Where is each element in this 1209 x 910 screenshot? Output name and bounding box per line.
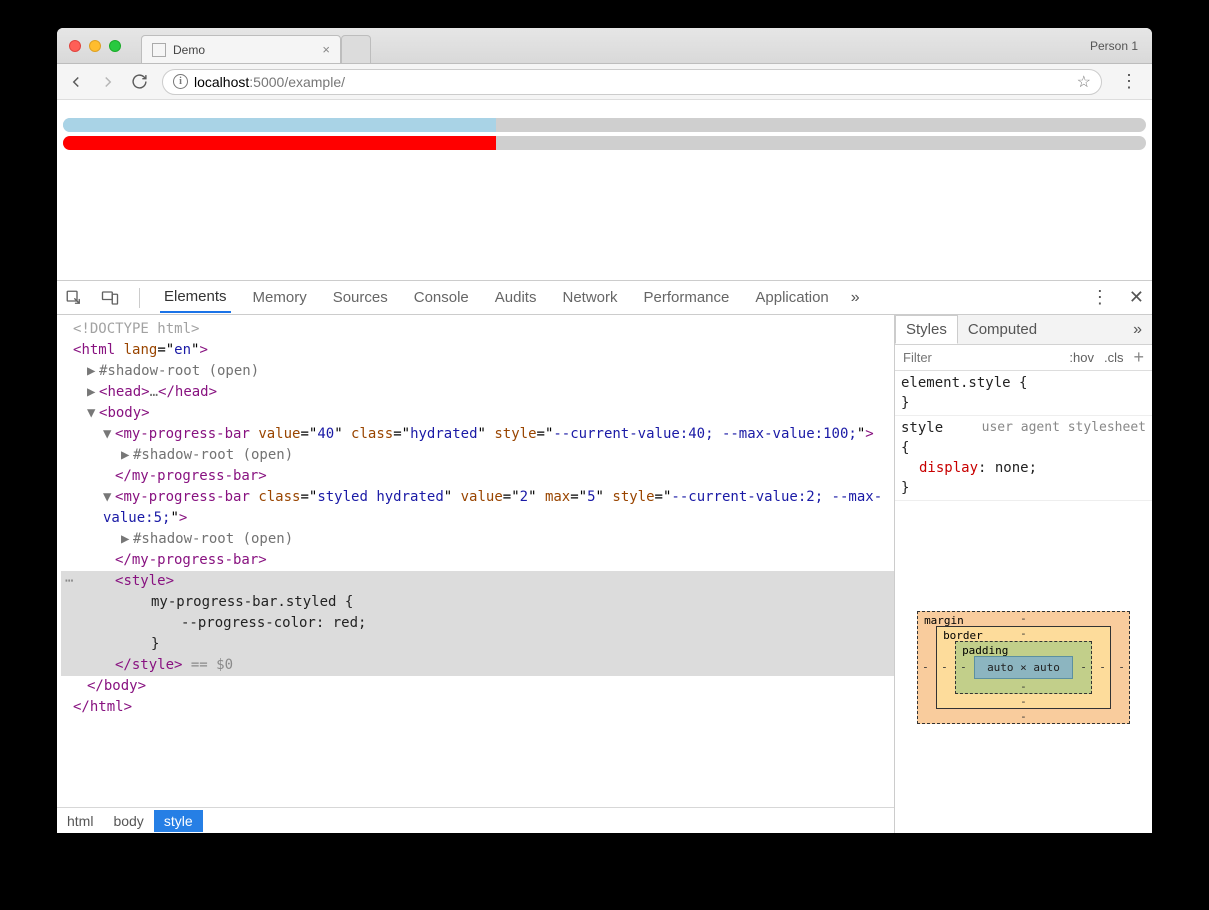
zoom-window-button[interactable] [109, 40, 121, 52]
titlebar: Demo × Person 1 [57, 28, 1152, 64]
styles-panel: Styles Computed » :hov .cls + element.st… [895, 315, 1152, 833]
profile-label[interactable]: Person 1 [1090, 39, 1138, 53]
tab-title: Demo [173, 43, 205, 57]
css-value: none [995, 460, 1029, 476]
progress-fill-2 [63, 136, 496, 150]
new-tab-button[interactable] [341, 35, 371, 63]
cls-toggle[interactable]: .cls [1104, 350, 1124, 365]
box-border[interactable]: border - - - - padding - - - [936, 626, 1111, 709]
back-button[interactable] [67, 73, 85, 91]
devtools-tab-memory[interactable]: Memory [249, 283, 311, 312]
progress-bar-1 [63, 118, 1146, 132]
dom-tree[interactable]: <!DOCTYPE html> <html lang="en"> ▶#shado… [57, 315, 894, 807]
devtools-tabbar: Elements Memory Sources Console Audits N… [57, 281, 1152, 315]
forward-button[interactable] [99, 73, 117, 91]
devtools-tab-audits[interactable]: Audits [491, 283, 541, 312]
styles-tab-styles[interactable]: Styles [895, 315, 958, 344]
inspect-icon[interactable] [65, 289, 83, 307]
devtools-tab-sources[interactable]: Sources [329, 283, 392, 312]
crumb-style[interactable]: style [154, 810, 203, 832]
box-content[interactable]: auto × auto [974, 656, 1073, 679]
styles-overflow-icon[interactable]: » [1123, 321, 1152, 339]
style-rule-element[interactable]: element.style { } [895, 371, 1152, 416]
info-icon[interactable]: i [173, 74, 188, 89]
box-margin[interactable]: margin - - - - border - - - - [917, 611, 1130, 724]
tabs-overflow-icon[interactable]: » [851, 289, 860, 307]
menu-button[interactable]: ⋮ [1116, 71, 1142, 92]
css-property: display [919, 460, 978, 476]
divider [139, 288, 140, 308]
styles-filter-row: :hov .cls + [895, 345, 1152, 371]
box-model: margin - - - - border - - - - [895, 501, 1152, 833]
window-controls [57, 40, 121, 52]
rule-close: } [901, 393, 1146, 413]
devtools: Elements Memory Sources Console Audits N… [57, 280, 1152, 833]
doctype: <!DOCTYPE html> [73, 321, 199, 337]
device-icon[interactable] [101, 289, 119, 307]
url-port: :5000 [249, 74, 284, 90]
devtools-close-button[interactable]: ✕ [1129, 287, 1144, 308]
breadcrumb: html body style [57, 807, 894, 833]
url-field[interactable]: i localhost:5000/example/ ☆ [162, 69, 1102, 95]
progress-bar-2 [63, 136, 1146, 150]
url-path: /example/ [284, 74, 345, 90]
crumb-body[interactable]: body [103, 810, 153, 832]
new-rule-button[interactable]: + [1133, 347, 1144, 368]
bookmark-icon[interactable]: ☆ [1077, 72, 1091, 92]
devtools-tab-console[interactable]: Console [410, 283, 473, 312]
devtools-tab-application[interactable]: Application [751, 283, 832, 312]
style-rule-ua[interactable]: styleuser agent stylesheet { display: no… [895, 416, 1152, 501]
crumb-html[interactable]: html [57, 810, 103, 832]
devtools-tab-elements[interactable]: Elements [160, 282, 231, 313]
reload-button[interactable] [131, 73, 148, 91]
padding-label: padding [962, 644, 1008, 657]
styles-tabs: Styles Computed » [895, 315, 1152, 345]
devtools-menu-button[interactable]: ⋮ [1087, 287, 1113, 308]
styles-filter-input[interactable] [903, 350, 963, 365]
rule-open: { [901, 438, 1146, 458]
browser-tabs: Demo × [141, 28, 371, 63]
devtools-tab-performance[interactable]: Performance [640, 283, 734, 312]
browser-tab[interactable]: Demo × [141, 35, 341, 63]
minimize-window-button[interactable] [89, 40, 101, 52]
hov-toggle[interactable]: :hov [1069, 350, 1094, 365]
rule-selector: style [901, 420, 943, 436]
progress-fill-1 [63, 118, 496, 132]
devtools-tab-network[interactable]: Network [558, 283, 621, 312]
tab-close-button[interactable]: × [322, 42, 330, 57]
favicon-icon [152, 43, 166, 57]
rule-close: } [901, 478, 1146, 498]
rule-source: user agent stylesheet [982, 418, 1146, 438]
styles-tab-computed[interactable]: Computed [958, 316, 1047, 343]
box-padding[interactable]: padding - - - auto × auto [955, 641, 1092, 694]
browser-window: Demo × Person 1 i localhost:5000/example… [57, 28, 1152, 833]
url-host: localhost [194, 74, 249, 90]
address-bar: i localhost:5000/example/ ☆ ⋮ [57, 64, 1152, 100]
elements-panel: <!DOCTYPE html> <html lang="en"> ▶#shado… [57, 315, 895, 833]
nav-controls [67, 73, 148, 91]
devtools-body: <!DOCTYPE html> <html lang="en"> ▶#shado… [57, 315, 1152, 833]
page-viewport [57, 100, 1152, 280]
rule-selector: element.style { [901, 373, 1146, 393]
close-window-button[interactable] [69, 40, 81, 52]
